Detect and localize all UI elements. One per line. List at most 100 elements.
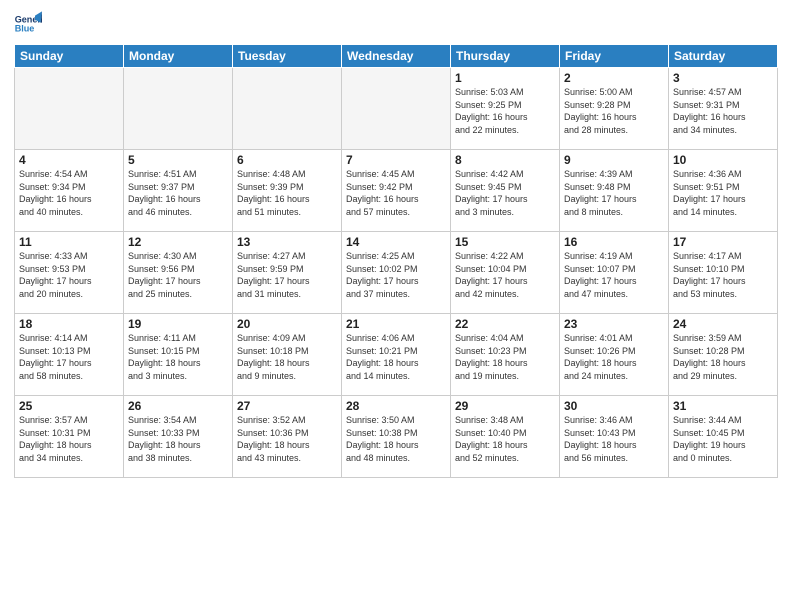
calendar-header-row: SundayMondayTuesdayWednesdayThursdayFrid… [15,45,778,68]
day-info: Sunrise: 3:57 AM Sunset: 10:31 PM Daylig… [19,414,119,464]
day-number: 24 [673,317,773,331]
day-number: 14 [346,235,446,249]
calendar-cell: 24Sunrise: 3:59 AM Sunset: 10:28 PM Dayl… [669,314,778,396]
day-info: Sunrise: 4:45 AM Sunset: 9:42 PM Dayligh… [346,168,446,218]
day-number: 10 [673,153,773,167]
calendar-header-sunday: Sunday [15,45,124,68]
day-number: 18 [19,317,119,331]
day-number: 17 [673,235,773,249]
day-info: Sunrise: 3:54 AM Sunset: 10:33 PM Daylig… [128,414,228,464]
day-number: 19 [128,317,228,331]
calendar-cell [124,68,233,150]
calendar-cell: 13Sunrise: 4:27 AM Sunset: 9:59 PM Dayli… [233,232,342,314]
day-info: Sunrise: 3:59 AM Sunset: 10:28 PM Daylig… [673,332,773,382]
calendar-cell: 7Sunrise: 4:45 AM Sunset: 9:42 PM Daylig… [342,150,451,232]
calendar-week-5: 25Sunrise: 3:57 AM Sunset: 10:31 PM Dayl… [15,396,778,478]
header: General Blue [14,10,778,38]
calendar-header-wednesday: Wednesday [342,45,451,68]
calendar-cell: 26Sunrise: 3:54 AM Sunset: 10:33 PM Dayl… [124,396,233,478]
calendar-cell: 8Sunrise: 4:42 AM Sunset: 9:45 PM Daylig… [451,150,560,232]
day-info: Sunrise: 4:14 AM Sunset: 10:13 PM Daylig… [19,332,119,382]
day-number: 22 [455,317,555,331]
calendar-cell: 20Sunrise: 4:09 AM Sunset: 10:18 PM Dayl… [233,314,342,396]
day-number: 4 [19,153,119,167]
day-number: 31 [673,399,773,413]
day-number: 3 [673,71,773,85]
calendar-cell: 23Sunrise: 4:01 AM Sunset: 10:26 PM Dayl… [560,314,669,396]
calendar-cell: 10Sunrise: 4:36 AM Sunset: 9:51 PM Dayli… [669,150,778,232]
calendar-header-saturday: Saturday [669,45,778,68]
calendar-cell: 29Sunrise: 3:48 AM Sunset: 10:40 PM Dayl… [451,396,560,478]
day-info: Sunrise: 4:19 AM Sunset: 10:07 PM Daylig… [564,250,664,300]
calendar-week-3: 11Sunrise: 4:33 AM Sunset: 9:53 PM Dayli… [15,232,778,314]
day-number: 9 [564,153,664,167]
day-number: 20 [237,317,337,331]
calendar-cell: 17Sunrise: 4:17 AM Sunset: 10:10 PM Dayl… [669,232,778,314]
day-info: Sunrise: 4:25 AM Sunset: 10:02 PM Daylig… [346,250,446,300]
day-number: 29 [455,399,555,413]
day-info: Sunrise: 3:46 AM Sunset: 10:43 PM Daylig… [564,414,664,464]
day-info: Sunrise: 5:00 AM Sunset: 9:28 PM Dayligh… [564,86,664,136]
day-number: 26 [128,399,228,413]
calendar-cell: 18Sunrise: 4:14 AM Sunset: 10:13 PM Dayl… [15,314,124,396]
calendar-cell: 16Sunrise: 4:19 AM Sunset: 10:07 PM Dayl… [560,232,669,314]
day-info: Sunrise: 3:50 AM Sunset: 10:38 PM Daylig… [346,414,446,464]
calendar-header-monday: Monday [124,45,233,68]
day-number: 6 [237,153,337,167]
calendar-cell: 5Sunrise: 4:51 AM Sunset: 9:37 PM Daylig… [124,150,233,232]
calendar-header-thursday: Thursday [451,45,560,68]
calendar-cell: 2Sunrise: 5:00 AM Sunset: 9:28 PM Daylig… [560,68,669,150]
calendar-header-tuesday: Tuesday [233,45,342,68]
day-info: Sunrise: 4:11 AM Sunset: 10:15 PM Daylig… [128,332,228,382]
calendar-cell: 19Sunrise: 4:11 AM Sunset: 10:15 PM Dayl… [124,314,233,396]
day-info: Sunrise: 4:17 AM Sunset: 10:10 PM Daylig… [673,250,773,300]
calendar-cell: 28Sunrise: 3:50 AM Sunset: 10:38 PM Dayl… [342,396,451,478]
calendar-cell [15,68,124,150]
day-number: 21 [346,317,446,331]
day-number: 11 [19,235,119,249]
day-number: 23 [564,317,664,331]
calendar: SundayMondayTuesdayWednesdayThursdayFrid… [14,44,778,478]
day-info: Sunrise: 4:36 AM Sunset: 9:51 PM Dayligh… [673,168,773,218]
day-info: Sunrise: 4:51 AM Sunset: 9:37 PM Dayligh… [128,168,228,218]
day-number: 30 [564,399,664,413]
calendar-cell: 14Sunrise: 4:25 AM Sunset: 10:02 PM Dayl… [342,232,451,314]
day-info: Sunrise: 4:48 AM Sunset: 9:39 PM Dayligh… [237,168,337,218]
calendar-cell: 3Sunrise: 4:57 AM Sunset: 9:31 PM Daylig… [669,68,778,150]
calendar-cell: 6Sunrise: 4:48 AM Sunset: 9:39 PM Daylig… [233,150,342,232]
day-number: 16 [564,235,664,249]
day-number: 7 [346,153,446,167]
day-number: 27 [237,399,337,413]
calendar-cell: 4Sunrise: 4:54 AM Sunset: 9:34 PM Daylig… [15,150,124,232]
page: General Blue SundayMondayTuesdayWednesda… [0,0,792,612]
day-info: Sunrise: 3:44 AM Sunset: 10:45 PM Daylig… [673,414,773,464]
day-number: 8 [455,153,555,167]
svg-text:Blue: Blue [15,24,35,34]
calendar-cell: 30Sunrise: 3:46 AM Sunset: 10:43 PM Dayl… [560,396,669,478]
logo-icon: General Blue [14,10,42,38]
calendar-cell: 15Sunrise: 4:22 AM Sunset: 10:04 PM Dayl… [451,232,560,314]
day-info: Sunrise: 4:22 AM Sunset: 10:04 PM Daylig… [455,250,555,300]
day-info: Sunrise: 4:42 AM Sunset: 9:45 PM Dayligh… [455,168,555,218]
calendar-cell: 12Sunrise: 4:30 AM Sunset: 9:56 PM Dayli… [124,232,233,314]
day-info: Sunrise: 3:48 AM Sunset: 10:40 PM Daylig… [455,414,555,464]
day-info: Sunrise: 5:03 AM Sunset: 9:25 PM Dayligh… [455,86,555,136]
calendar-cell: 31Sunrise: 3:44 AM Sunset: 10:45 PM Dayl… [669,396,778,478]
calendar-week-1: 1Sunrise: 5:03 AM Sunset: 9:25 PM Daylig… [15,68,778,150]
day-number: 2 [564,71,664,85]
day-number: 28 [346,399,446,413]
day-info: Sunrise: 4:54 AM Sunset: 9:34 PM Dayligh… [19,168,119,218]
calendar-header-friday: Friday [560,45,669,68]
day-info: Sunrise: 4:06 AM Sunset: 10:21 PM Daylig… [346,332,446,382]
day-info: Sunrise: 4:27 AM Sunset: 9:59 PM Dayligh… [237,250,337,300]
day-info: Sunrise: 4:30 AM Sunset: 9:56 PM Dayligh… [128,250,228,300]
day-number: 12 [128,235,228,249]
day-info: Sunrise: 4:01 AM Sunset: 10:26 PM Daylig… [564,332,664,382]
calendar-week-2: 4Sunrise: 4:54 AM Sunset: 9:34 PM Daylig… [15,150,778,232]
calendar-cell: 25Sunrise: 3:57 AM Sunset: 10:31 PM Dayl… [15,396,124,478]
calendar-cell [342,68,451,150]
logo: General Blue [14,10,46,38]
calendar-cell: 9Sunrise: 4:39 AM Sunset: 9:48 PM Daylig… [560,150,669,232]
day-number: 13 [237,235,337,249]
day-info: Sunrise: 4:57 AM Sunset: 9:31 PM Dayligh… [673,86,773,136]
